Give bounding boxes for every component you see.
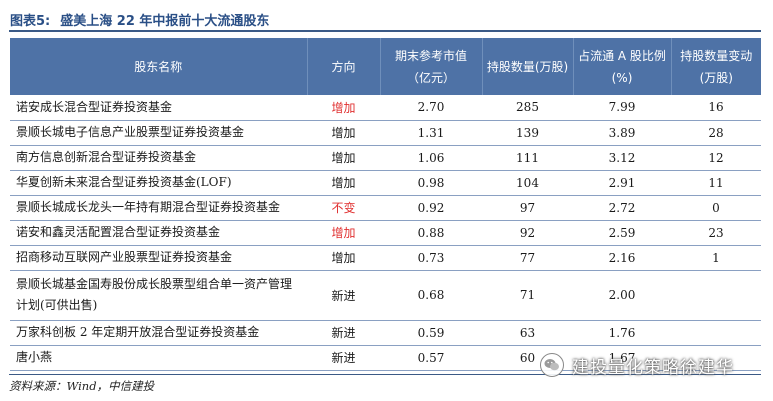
figure-title-text: 盛美上海 22 年中报前十大流通股东 <box>60 14 270 29</box>
cell-direction: 不变 <box>307 195 380 221</box>
table-row: 景顺长城基金国寿股份成长股票型组合单一资产管理计划(可供出售) 新进 0.68 71 2… <box>10 270 761 321</box>
cell-name: 唐小燕 <box>10 345 307 371</box>
cell-share-change: 1 <box>671 245 761 271</box>
cell-direction: 增加 <box>307 245 380 271</box>
cell-float-ratio: 2.72 <box>573 195 671 221</box>
cell-name: 景顺长城电子信息产业股票型证券投资基金 <box>10 120 307 146</box>
table-row: 诺安成长混合型证券投资基金 增加 2.70 285 7.99 16 <box>10 95 761 121</box>
cell-market-value: 0.92 <box>380 195 482 221</box>
cell-float-ratio: 3.89 <box>573 120 671 146</box>
table-row: 招商移动互联网产业股票型证券投资基金 增加 0.73 77 2.16 1 <box>10 245 761 271</box>
cell-float-ratio: 2.59 <box>573 220 671 246</box>
table-row: 诺安和鑫灵活配置混合型证券投资基金 增加 0.88 92 2.59 23 <box>10 220 761 246</box>
cell-direction: 增加 <box>307 145 380 171</box>
cell-direction: 新进 <box>307 270 380 321</box>
cell-direction: 新进 <box>307 320 380 346</box>
cell-direction: 新进 <box>307 345 380 371</box>
shareholders-table: 股东名称 方向 期末参考市值（亿元） 持股数量(万股) 占流通 A 股比例(%)… <box>10 38 761 371</box>
cell-shares: 63 <box>482 320 573 346</box>
cell-float-ratio: 2.91 <box>573 170 671 196</box>
cell-direction: 增加 <box>307 95 380 121</box>
table-row: 景顺长城成长龙头一年持有期混合型证券投资基金 不变 0.92 97 2.72 0 <box>10 195 761 221</box>
cell-name: 诺安和鑫灵活配置混合型证券投资基金 <box>10 220 307 246</box>
cell-shares: 111 <box>482 145 573 171</box>
cell-name: 华夏创新未来混合型证券投资基金(LOF) <box>10 170 307 196</box>
cell-shares: 139 <box>482 120 573 146</box>
cell-direction: 增加 <box>307 170 380 196</box>
table-row: 南方信息创新混合型证券投资基金 增加 1.06 111 3.12 12 <box>10 145 761 171</box>
table-row: 华夏创新未来混合型证券投资基金(LOF) 增加 0.98 104 2.91 11 <box>10 170 761 196</box>
cell-name: 万家科创板 2 年定期开放混合型证券投资基金 <box>10 320 307 346</box>
header-holder-name: 股东名称 <box>10 38 308 95</box>
cell-name: 招商移动互联网产业股票型证券投资基金 <box>10 245 307 271</box>
cell-market-value: 1.06 <box>380 145 482 171</box>
cell-market-value: 1.31 <box>380 120 482 146</box>
cell-float-ratio: 2.00 <box>573 270 671 321</box>
header-float-ratio: 占流通 A 股比例(%) <box>573 38 672 95</box>
cell-float-ratio: 7.99 <box>573 95 671 121</box>
cell-name: 南方信息创新混合型证券投资基金 <box>10 145 307 171</box>
cell-shares: 285 <box>482 95 573 121</box>
cell-float-ratio: 1.76 <box>573 320 671 346</box>
table-row: 景顺长城电子信息产业股票型证券投资基金 增加 1.31 139 3.89 28 <box>10 120 761 146</box>
cell-market-value: 2.70 <box>380 95 482 121</box>
cell-float-ratio: 3.12 <box>573 145 671 171</box>
cell-share-change: 16 <box>671 95 761 121</box>
header-shares: 持股数量(万股) <box>482 38 574 95</box>
cell-share-change: 23 <box>671 220 761 246</box>
cell-share-change <box>671 270 761 321</box>
cell-share-change: 11 <box>671 170 761 196</box>
cell-market-value: 0.68 <box>380 270 482 321</box>
cell-shares: 92 <box>482 220 573 246</box>
cell-shares: 77 <box>482 245 573 271</box>
cell-name: 景顺长城基金国寿股份成长股票型组合单一资产管理计划(可供出售) <box>10 270 307 321</box>
cell-share-change <box>671 320 761 346</box>
cell-market-value: 0.98 <box>380 170 482 196</box>
header-market-value: 期末参考市值（亿元） <box>380 38 483 95</box>
cell-market-value: 0.57 <box>380 345 482 371</box>
cell-market-value: 0.59 <box>380 320 482 346</box>
figure-label: 图表5: <box>10 14 51 29</box>
cell-share-change: 28 <box>671 120 761 146</box>
watermark: 建投量化策略徐建华 <box>540 348 734 382</box>
table-header-row: 股东名称 方向 期末参考市值（亿元） 持股数量(万股) 占流通 A 股比例(%)… <box>10 38 761 95</box>
cell-shares: 71 <box>482 270 573 321</box>
cell-shares: 97 <box>482 195 573 221</box>
wechat-icon <box>540 353 564 377</box>
header-share-change: 持股数量变动(万股) <box>671 38 761 95</box>
watermark-text: 建投量化策略徐建华 <box>572 357 734 378</box>
cell-share-change: 0 <box>671 195 761 221</box>
cell-share-change: 12 <box>671 145 761 171</box>
table-row: 万家科创板 2 年定期开放混合型证券投资基金 新进 0.59 63 1.76 <box>10 320 761 346</box>
cell-direction: 增加 <box>307 120 380 146</box>
cell-market-value: 0.88 <box>380 220 482 246</box>
cell-name: 景顺长城成长龙头一年持有期混合型证券投资基金 <box>10 195 307 221</box>
cell-market-value: 0.73 <box>380 245 482 271</box>
cell-shares: 104 <box>482 170 573 196</box>
cell-name: 诺安成长混合型证券投资基金 <box>10 95 307 121</box>
cell-float-ratio: 2.16 <box>573 245 671 271</box>
cell-direction: 增加 <box>307 220 380 246</box>
header-direction: 方向 <box>307 38 381 95</box>
figure-title: 图表5: 盛美上海 22 年中报前十大流通股东 <box>9 6 761 32</box>
